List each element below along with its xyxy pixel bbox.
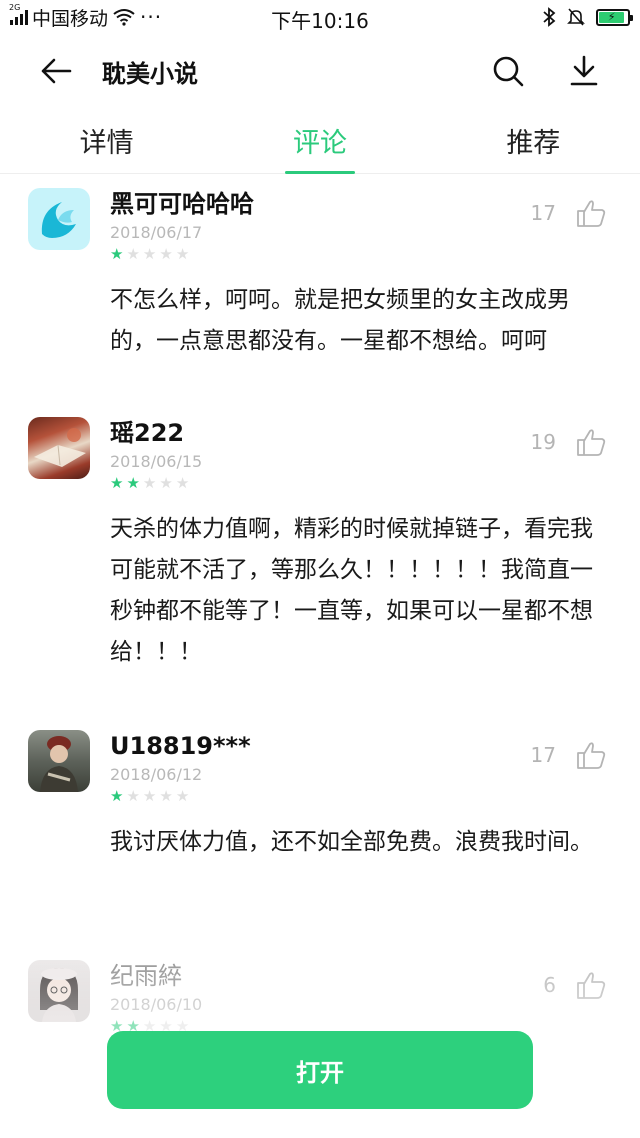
download-icon <box>570 55 598 86</box>
battery-level: ⚡ <box>599 11 625 23</box>
like-button[interactable]: 17 <box>531 741 606 769</box>
star-icon: ★ <box>142 245 157 263</box>
status-right: ⚡ <box>542 7 633 27</box>
review-item: 瑶222 2018/06/15 ★ ★ ★ ★ ★ 19 天杀的体力值啊，精彩的时候就掉… <box>0 404 640 717</box>
page-title: 耽美小说 <box>102 59 198 88</box>
person-photo-avatar-image <box>40 736 78 792</box>
review-text: 不怎么样，呵呵。就是把女频里的女主改成男的，一点意思都没有。一星都不想给。呵呵 <box>110 287 570 354</box>
back-arrow-icon <box>41 58 72 84</box>
tab-details[interactable]: 详情 <box>0 108 213 173</box>
star-icon: ★ <box>110 787 124 805</box>
review-item: U18819*** 2018/06/12 ★ ★ ★ ★ ★ 17 我讨厌体力值，还不如… <box>0 717 640 947</box>
status-left: 2G 中国移动 ··· <box>9 3 542 31</box>
wave-avatar-image <box>41 202 76 238</box>
like-button[interactable]: 6 <box>543 971 606 999</box>
book-photo-avatar-image <box>34 428 86 467</box>
open-button[interactable]: 打开 <box>107 1031 533 1109</box>
avatar[interactable] <box>28 960 90 1022</box>
like-button[interactable]: 17 <box>531 199 606 227</box>
tab-bar: 详情 评论 推荐 <box>0 108 640 174</box>
tab-comments[interactable]: 评论 <box>213 108 426 173</box>
thumbs-up-icon <box>577 972 606 999</box>
search-button[interactable] <box>478 41 538 101</box>
review-rating: ★ ★ ★ ★ ★ <box>110 475 612 491</box>
star-icon: ★ <box>126 474 140 492</box>
review-username: 纪雨綷 <box>110 962 182 990</box>
star-icon: ★ <box>175 474 190 492</box>
review-date: 2018/06/10 <box>110 995 203 1014</box>
like-count: 6 <box>543 973 556 997</box>
thumbs-up-icon <box>577 429 606 456</box>
like-button[interactable]: 19 <box>531 428 606 456</box>
network-type-label: 2G <box>9 3 21 12</box>
avatar[interactable] <box>28 730 90 792</box>
review-text: 我讨厌体力值，还不如全部免费。浪费我时间。 <box>110 829 593 855</box>
review-rating: ★ ★ ★ ★ ★ <box>110 246 612 262</box>
star-icon: ★ <box>110 245 124 263</box>
bluetooth-icon <box>543 7 556 27</box>
star-icon: ★ <box>126 245 140 263</box>
wifi-icon <box>113 9 135 26</box>
like-count: 19 <box>530 430 556 454</box>
battery-icon: ⚡ <box>596 8 633 26</box>
review-rating: ★ ★ ★ ★ ★ <box>110 788 612 804</box>
star-icon: ★ <box>110 474 124 492</box>
download-button[interactable] <box>554 41 614 101</box>
review-item: 纪雨綷 2018/06/10 ★ ★ ★ ★ ★ 6 <box>0 947 640 1038</box>
mute-bell-icon <box>567 8 585 26</box>
app-bar: 耽美小说 <box>0 34 640 108</box>
search-icon <box>493 56 524 87</box>
thumbs-up-icon <box>577 200 606 227</box>
star-icon: ★ <box>175 245 190 263</box>
star-icon: ★ <box>175 787 190 805</box>
review-list: 黑可可哈哈哈 2018/06/17 ★ ★ ★ ★ ★ 17 不怎么样，呵呵。就是把女频… <box>0 175 640 1038</box>
review-text: 天杀的体力值啊，精彩的时候就掉链子，看完我可能就不活了，等那么久！！！！！！我简… <box>110 516 593 665</box>
avatar[interactable] <box>28 417 90 479</box>
star-icon: ★ <box>142 474 157 492</box>
star-icon: ★ <box>159 474 173 492</box>
star-icon: ★ <box>126 787 140 805</box>
back-button[interactable] <box>26 41 86 101</box>
more-dots: ··· <box>140 5 163 29</box>
like-count: 17 <box>530 743 556 767</box>
carrier-label: 中国移动 <box>32 7 109 30</box>
star-icon: ★ <box>159 245 173 263</box>
like-count: 17 <box>530 201 556 225</box>
signal-icon: 2G <box>9 3 28 25</box>
star-icon: ★ <box>159 787 173 805</box>
avatar[interactable] <box>28 188 90 250</box>
review-item: 黑可可哈哈哈 2018/06/17 ★ ★ ★ ★ ★ 17 不怎么样，呵呵。就是把女频… <box>0 175 640 404</box>
thumbs-up-icon <box>577 742 606 769</box>
tab-recommend[interactable]: 推荐 <box>427 108 640 173</box>
girl-photo-avatar-image <box>40 968 78 1022</box>
status-bar: 2G 中国移动 ··· 下午10:16 ⚡ <box>0 0 640 34</box>
star-icon: ★ <box>142 787 157 805</box>
